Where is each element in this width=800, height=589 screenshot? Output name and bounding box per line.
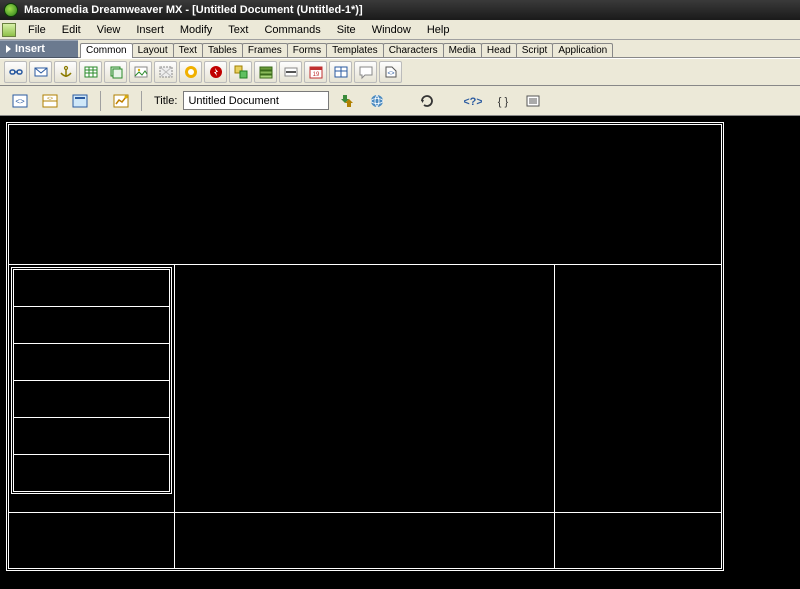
menu-modify[interactable]: Modify	[172, 22, 220, 38]
hr-icon[interactable]	[279, 61, 302, 83]
title-label: Title:	[154, 95, 177, 107]
tab-characters[interactable]: Characters	[383, 43, 444, 57]
navbar-icon[interactable]	[254, 61, 277, 83]
design-view-icon[interactable]	[68, 90, 92, 112]
design-view-canvas[interactable]	[0, 116, 800, 589]
svg-text:<>: <>	[387, 71, 395, 77]
tab-common[interactable]: Common	[80, 43, 133, 58]
nav-row[interactable]	[14, 344, 170, 381]
split-view-icon[interactable]: <>	[38, 90, 62, 112]
rollover-icon[interactable]	[229, 61, 252, 83]
email-link-icon[interactable]	[29, 61, 52, 83]
footer-cell-1[interactable]	[9, 513, 175, 569]
tab-templates[interactable]: Templates	[326, 43, 384, 57]
live-data-icon[interactable]	[109, 90, 133, 112]
tabular-icon[interactable]	[329, 61, 352, 83]
menu-file[interactable]: File	[20, 22, 54, 38]
insert-panel-label: Insert	[15, 43, 45, 55]
code-view-icon[interactable]: <>	[8, 90, 32, 112]
preview-icon[interactable]	[365, 90, 389, 112]
window-title: Macromedia Dreamweaver MX - [Untitled Do…	[24, 4, 363, 16]
header-cell[interactable]	[9, 125, 722, 265]
disclosure-triangle-icon	[6, 45, 11, 53]
svg-text:<?>: <?>	[464, 96, 482, 108]
tab-text[interactable]: Text	[173, 43, 203, 57]
insert-tabs: Common Layout Text Tables Frames Forms T…	[78, 40, 800, 58]
date-icon[interactable]: 19	[304, 61, 327, 83]
view-options-icon[interactable]	[521, 90, 545, 112]
menu-insert[interactable]: Insert	[128, 22, 172, 38]
menu-window[interactable]: Window	[364, 22, 419, 38]
tab-head[interactable]: Head	[481, 43, 517, 57]
nav-row[interactable]	[14, 307, 170, 344]
insert-panel-header[interactable]: Insert	[0, 40, 78, 58]
document-title-input[interactable]	[183, 91, 329, 110]
insert-toolbar: 19 <>	[0, 58, 800, 86]
fireworks-icon[interactable]	[179, 61, 202, 83]
svg-text:{ }: { }	[498, 96, 509, 108]
tab-layout[interactable]: Layout	[132, 43, 174, 57]
svg-text:19: 19	[312, 72, 319, 78]
separator	[100, 91, 101, 111]
svg-text:<>: <>	[15, 97, 25, 106]
nav-row[interactable]	[14, 418, 170, 455]
file-mgmt-icon[interactable]	[335, 90, 359, 112]
nav-cell[interactable]	[9, 265, 175, 513]
content-cell[interactable]	[175, 265, 555, 513]
menu-text[interactable]: Text	[220, 22, 256, 38]
tag-chooser-icon[interactable]: <>	[379, 61, 402, 83]
svg-text:<>: <>	[47, 96, 53, 102]
nav-row[interactable]	[14, 455, 170, 492]
layer-icon[interactable]	[104, 61, 127, 83]
reference-icon[interactable]: <?>	[461, 90, 485, 112]
window-titlebar: Macromedia Dreamweaver MX - [Untitled Do…	[0, 0, 800, 20]
tab-frames[interactable]: Frames	[242, 43, 288, 57]
nav-row[interactable]	[14, 270, 170, 307]
right-cell[interactable]	[555, 265, 722, 513]
menu-bar: File Edit View Insert Modify Text Comman…	[0, 20, 800, 40]
menu-site[interactable]: Site	[329, 22, 364, 38]
flash-icon[interactable]	[204, 61, 227, 83]
nav-table[interactable]	[11, 267, 172, 494]
named-anchor-icon[interactable]	[54, 61, 77, 83]
code-nav-icon[interactable]: { }	[491, 90, 515, 112]
footer-cell-3[interactable]	[555, 513, 722, 569]
menu-view[interactable]: View	[89, 22, 129, 38]
menu-edit[interactable]: Edit	[54, 22, 89, 38]
tab-tables[interactable]: Tables	[202, 43, 243, 57]
menu-commands[interactable]: Commands	[256, 22, 328, 38]
document-icon	[2, 23, 16, 37]
hyperlink-icon[interactable]	[4, 61, 27, 83]
nav-row[interactable]	[14, 381, 170, 418]
tab-application[interactable]: Application	[552, 43, 613, 57]
comment-icon[interactable]	[354, 61, 377, 83]
tab-forms[interactable]: Forms	[287, 43, 327, 57]
outer-table[interactable]	[6, 122, 724, 571]
image-placeholder-icon[interactable]	[154, 61, 177, 83]
table-icon[interactable]	[79, 61, 102, 83]
footer-cell-2[interactable]	[175, 513, 555, 569]
separator	[141, 91, 142, 111]
refresh-icon[interactable]	[415, 90, 439, 112]
menu-help[interactable]: Help	[419, 22, 458, 38]
tab-script[interactable]: Script	[516, 43, 554, 57]
image-icon[interactable]	[129, 61, 152, 83]
app-icon	[4, 3, 18, 17]
document-toolbar: <> <> Title: <?> { }	[0, 86, 800, 116]
tab-media[interactable]: Media	[443, 43, 482, 57]
